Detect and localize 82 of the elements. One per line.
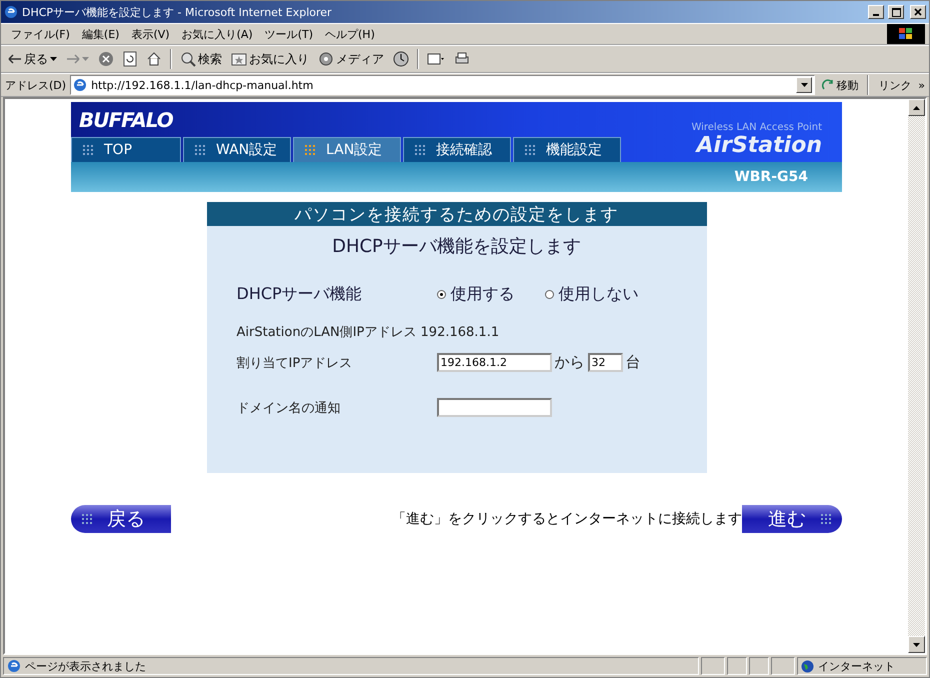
maximize-icon [892, 8, 900, 16]
from-label: から [554, 353, 584, 372]
grid-icon [820, 513, 832, 525]
status-pane [727, 657, 747, 675]
search-icon [180, 51, 196, 67]
minimize-button[interactable] [868, 5, 884, 19]
count-field[interactable]: 32 [588, 353, 622, 372]
status-pane [701, 657, 725, 675]
domain-field[interactable] [436, 398, 552, 417]
panel-header: パソコンを接続するための設定をします [206, 202, 706, 226]
next-button[interactable]: 進む [742, 505, 842, 533]
close-icon [914, 8, 922, 16]
stop-icon [98, 51, 114, 67]
status-pane [749, 657, 769, 675]
disc-icon [318, 51, 334, 67]
nav-tab[interactable]: LAN設定 [293, 137, 401, 162]
clock-icon [393, 51, 409, 67]
back-button[interactable]: 戻る [5, 48, 60, 70]
caret-icon [913, 106, 920, 110]
back-button[interactable]: 戻る [71, 505, 171, 533]
caret-icon [800, 83, 808, 87]
links-button[interactable]: リンク [875, 76, 914, 94]
dropdown-button[interactable] [796, 77, 812, 93]
grid-icon [414, 144, 426, 156]
dhcp-label: DHCPサーバ機能 [236, 284, 363, 305]
caret-icon [82, 57, 89, 61]
mail-icon [427, 51, 445, 67]
zone-indicator: インターネット [797, 657, 927, 675]
brand-name: AirStation [696, 133, 822, 158]
forward-arrow-icon [66, 54, 80, 64]
nav-tab[interactable]: WAN設定 [183, 137, 291, 162]
panel-title: DHCPサーバ機能を設定します [331, 235, 582, 258]
search-button[interactable]: 検索 [177, 48, 225, 70]
menu-item[interactable]: ファイル(F) [5, 24, 76, 44]
radio-icon[interactable] [436, 290, 446, 299]
tagline: Wireless LAN Access Point [691, 122, 822, 133]
menu-item[interactable]: ヘルプ(H) [319, 24, 381, 44]
menu-item[interactable]: ツール(T) [258, 24, 319, 44]
grid-icon [524, 144, 536, 156]
close-button[interactable] [910, 5, 926, 19]
maximize-button[interactable] [888, 5, 904, 19]
alloc-label: 割り当てIPアドレス [236, 354, 354, 372]
media-button[interactable]: メディア [315, 48, 387, 70]
unit-label: 台 [626, 353, 640, 372]
scroll-up-button[interactable] [908, 99, 925, 116]
domain-label: ドメイン名の通知 [236, 400, 342, 416]
start-ip-field[interactable]: 192.168.1.2 [436, 353, 552, 372]
window-title: DHCPサーバ機能を設定します - Microsoft Internet Explorer [22, 4, 333, 20]
more-chevron: » [918, 78, 925, 92]
nav-tab[interactable]: TOP [71, 137, 181, 162]
radio-icon[interactable] [544, 290, 554, 299]
logo: BUFFALO [79, 108, 173, 132]
menu-item[interactable]: 編集(E) [76, 24, 126, 44]
radio-option[interactable]: 使用する [436, 284, 514, 305]
nav-tab[interactable]: 機能設定 [513, 137, 621, 162]
hint-text: 「進む」をクリックするとインターネットに接続します [392, 510, 742, 528]
nav-tab[interactable]: 接続確認 [403, 137, 511, 162]
menu-item[interactable]: 表示(V) [125, 24, 176, 44]
scroll-down-button[interactable] [908, 636, 925, 653]
menu-item[interactable]: お気に入り(A) [176, 24, 259, 44]
model-name: WBR-G54 [734, 169, 808, 185]
status-text: ページが表示されました [3, 657, 699, 675]
back-arrow-icon [8, 54, 22, 64]
grid-icon [81, 513, 93, 525]
lan-ip-text: AirStationのLAN側IPアドレス 192.168.1.1 [236, 324, 500, 341]
refresh-icon [123, 51, 137, 67]
go-button[interactable]: 移動 [819, 76, 862, 94]
home-icon [146, 51, 162, 67]
address-field[interactable]: http://192.168.1.1/lan-dhcp-manual.htm [70, 75, 816, 95]
caret-icon [50, 57, 57, 61]
favorites-button[interactable]: お気に入り [228, 48, 312, 70]
address-label: アドレス(D) [5, 78, 66, 92]
radio-option[interactable]: 使用しない [544, 284, 638, 305]
go-arrow-icon [822, 79, 834, 91]
grid-icon [304, 144, 316, 156]
grid-icon [82, 144, 94, 156]
status-pane [771, 657, 795, 675]
grid-icon [194, 144, 206, 156]
caret-icon [913, 642, 920, 646]
star-folder-icon [231, 52, 247, 66]
globe-icon [801, 660, 814, 672]
windows-logo-icon [887, 24, 925, 44]
